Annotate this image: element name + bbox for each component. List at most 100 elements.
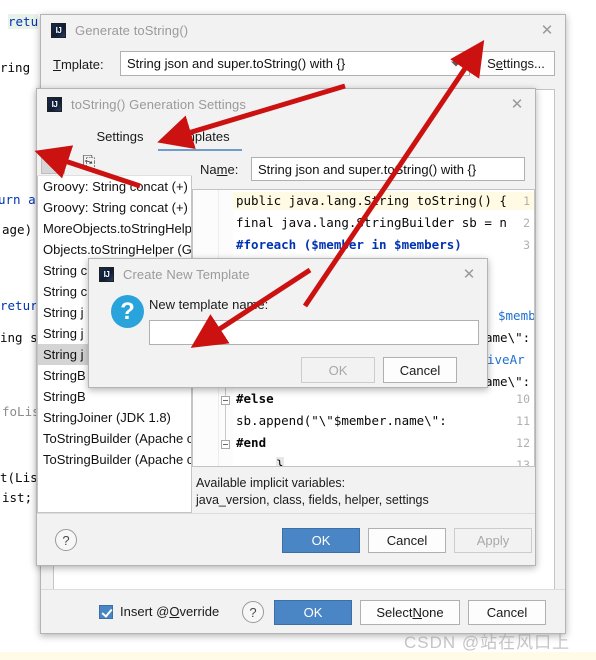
template-label-rest: mplate: (60, 57, 104, 72)
editor-line-number: 13 (516, 458, 530, 467)
editor-code-line: } (276, 457, 284, 466)
chevron-down-icon (451, 61, 461, 66)
new-template-name-label: New template name: (149, 297, 269, 312)
intellij-logo-icon (47, 96, 62, 112)
editor-code-fragment: iveAr (487, 352, 525, 367)
watermark: CSDN @站在风口上 (404, 633, 571, 652)
new-template-name-input[interactable] (149, 320, 479, 345)
select-none-button[interactable]: Select None (360, 600, 460, 625)
tab-settings[interactable]: Settings (87, 121, 153, 151)
settings-dialog-footer: ? OK Cancel Apply (37, 513, 535, 565)
list-item[interactable]: StringB (38, 386, 191, 407)
ok-button[interactable]: OK (301, 357, 375, 383)
name-label-post: e: (227, 162, 239, 177)
ok-button[interactable]: OK (282, 528, 360, 553)
close-icon[interactable]: ✕ (539, 22, 555, 38)
name-input[interactable]: String json and super.toString() with {} (251, 157, 525, 181)
editor-code-line: #else (236, 391, 274, 406)
bg-code-line: age) (2, 222, 33, 237)
create-dialog-title: Create New Template (123, 266, 250, 282)
insert-override-label: Insert @Override (120, 604, 219, 619)
generate-dialog-titlebar: Generate toString() ✕ (41, 15, 565, 45)
insert-override-label-post: verride (179, 604, 220, 619)
editor-line-number: 11 (516, 414, 530, 428)
select-none-post: one (421, 605, 444, 620)
settings-button-label-rest: ttings... (502, 56, 545, 71)
fold-marker-icon[interactable] (221, 440, 230, 449)
cancel-button[interactable]: Cancel (383, 357, 457, 383)
cancel-button[interactable]: Cancel (368, 528, 446, 553)
help-icon: ? (62, 532, 70, 548)
intellij-logo-icon (51, 22, 66, 38)
insert-override-checkbox[interactable] (99, 604, 113, 619)
name-row: Name: String json and super.toString() w… (192, 151, 535, 189)
apply-button[interactable]: Apply (454, 528, 532, 553)
list-item[interactable]: MoreObjects.toStringHelp (38, 218, 191, 239)
help-button[interactable]: ? (55, 529, 77, 551)
bg-code-line: retu (8, 14, 39, 29)
bg-code-line: t(Lis (0, 470, 38, 485)
template-combobox-value: String json and super.toString() with {} (127, 56, 346, 71)
template-list-toolbar: + ⎘ (37, 151, 192, 176)
editor-code-line: sb.append("\"$member.name\": (236, 413, 447, 428)
list-item[interactable]: StringJoiner (JDK 1.8) (38, 407, 191, 428)
intellij-logo-icon (99, 266, 114, 282)
list-item[interactable]: ToStringBuilder (Apache c (38, 428, 191, 449)
editor-code-line: public java.lang.String toString() { (236, 193, 507, 208)
editor-line-number: 10 (516, 392, 530, 406)
fold-marker-icon[interactable] (221, 396, 230, 405)
create-dialog-titlebar: Create New Template ✕ (89, 259, 487, 289)
close-icon[interactable]: ✕ (461, 266, 477, 282)
help-icon: ? (249, 604, 257, 620)
select-none-accel: N (412, 605, 422, 620)
bg-code-line: ist; (2, 490, 33, 505)
template-label: Tmplate: (53, 57, 104, 72)
close-icon[interactable]: ✕ (509, 96, 525, 112)
name-label-accel: m (216, 162, 228, 177)
help-button[interactable]: ? (242, 601, 264, 623)
template-label-accel: T (53, 57, 61, 72)
screenshot-root: retu ring urn a age) retur ing s foLis t… (0, 0, 596, 660)
settings-button-label: S (487, 56, 496, 71)
tab-templates[interactable]: Templates (158, 121, 242, 151)
editor-line-number: 1 (523, 194, 530, 208)
template-combobox[interactable]: String json and super.toString() with {} (120, 51, 470, 76)
cancel-button[interactable]: Cancel (468, 600, 546, 625)
ide-bottom-strip (0, 652, 596, 660)
implicit-variables-values: java_version, class, fields, helper, set… (196, 493, 429, 507)
editor-code-fragment: ame\": (485, 330, 531, 345)
settings-button[interactable]: Se ttings... (477, 51, 555, 76)
generate-dialog-footer: Insert @Override ? OK Select None Cancel (41, 589, 565, 633)
bg-code-line: urn a (0, 192, 36, 207)
fold-guide-line (225, 405, 226, 440)
editor-code-line: #foreach ($member in $members) (236, 237, 462, 252)
bg-code-line: ing s (0, 330, 38, 345)
settings-button-accel: e (495, 56, 503, 71)
implicit-variables-block: Available implicit variables: java_versi… (196, 475, 531, 509)
editor-line-number: 3 (523, 238, 530, 252)
question-mark-icon: ? (111, 295, 144, 328)
name-label: Name: (200, 162, 238, 177)
insert-override-label-pre: Insert @ (120, 604, 170, 619)
list-item[interactable]: Groovy: String concat (+) (38, 197, 191, 218)
insert-override-checkbox-wrap[interactable]: Insert @Override (99, 604, 219, 619)
editor-code-line: #end (236, 435, 267, 450)
settings-tabs: Settings Templates (37, 121, 535, 151)
ok-button[interactable]: OK (274, 600, 352, 625)
generate-dialog-title: Generate toString() (75, 22, 189, 38)
editor-line-number: 2 (523, 216, 530, 230)
plus-icon[interactable]: + (41, 152, 65, 174)
bg-code-line: ring (0, 60, 31, 75)
select-none-pre: Select (376, 605, 413, 620)
create-new-template-dialog: Create New Template ✕ ? New template nam… (88, 258, 488, 388)
list-item[interactable]: Groovy: String concat (+) (38, 176, 191, 197)
template-row: Tmplate: String json and super.toString(… (41, 51, 565, 81)
list-item[interactable]: ToStringBuilder (Apache c (38, 449, 191, 470)
bg-code-line: retur (0, 298, 38, 313)
name-label-pre: Na (200, 162, 217, 177)
bg-code-line: foLis (2, 404, 40, 419)
settings-dialog-titlebar: toString() Generation Settings ✕ (37, 89, 535, 119)
list-item[interactable]: Objects.toStringHelper (G (38, 239, 191, 260)
settings-dialog-title: toString() Generation Settings (71, 96, 246, 112)
copy-icon[interactable]: ⎘ (77, 153, 101, 174)
